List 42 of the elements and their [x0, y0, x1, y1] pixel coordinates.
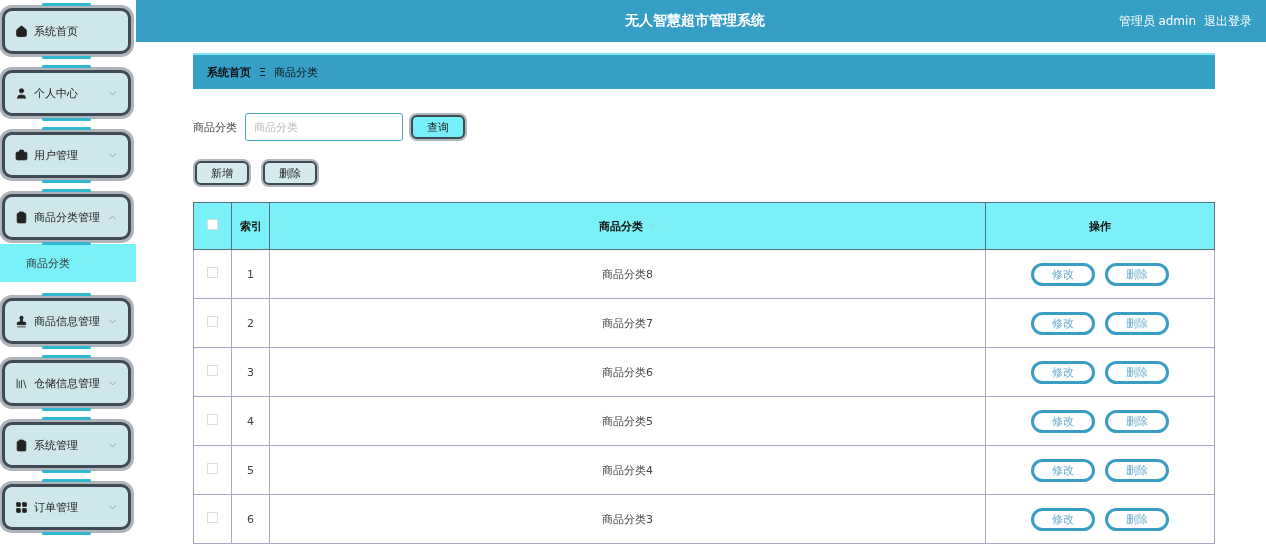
row-checkbox[interactable]	[207, 267, 218, 278]
row-checkbox[interactable]	[207, 512, 218, 523]
books-icon	[15, 376, 28, 390]
table-cell: 2	[231, 298, 270, 348]
sidebar-submenu-item[interactable]: 商品分类	[0, 244, 136, 282]
table-cell: 3	[231, 347, 270, 397]
column-header: 商品分类	[599, 219, 643, 233]
clipboard-icon	[15, 210, 28, 224]
table-cell: 4	[231, 396, 270, 446]
search-label: 商品分类	[193, 119, 237, 135]
select-all-checkbox[interactable]	[207, 219, 218, 230]
column-header: 索引	[239, 219, 262, 233]
table-cell: 商品分类8	[269, 249, 986, 299]
breadcrumb-home-link[interactable]: 系统首页	[207, 64, 251, 80]
table-cell: 商品分类5	[269, 396, 986, 446]
stamp-icon	[15, 314, 28, 328]
delete-button[interactable]: 删除	[263, 161, 317, 185]
query-button[interactable]: 查询	[411, 115, 465, 139]
row-checkbox[interactable]	[207, 414, 218, 425]
row-checkbox[interactable]	[207, 316, 218, 327]
user-icon	[15, 86, 28, 100]
briefcase-icon	[15, 148, 28, 162]
app-title: 无人智慧超市管理系统	[624, 12, 767, 30]
row-checkbox[interactable]	[207, 463, 218, 474]
table-cell: 商品分类4	[269, 445, 986, 495]
breadcrumb-current: 商品分类	[273, 64, 318, 80]
add-button[interactable]: 新增	[195, 161, 249, 185]
sort-icon[interactable]	[647, 222, 656, 231]
search-field[interactable]: 商品分类	[245, 113, 403, 141]
grid-icon	[15, 500, 28, 514]
table-cell: 商品分类7	[269, 298, 986, 348]
clipboard-list-icon	[15, 438, 28, 452]
row-checkbox[interactable]	[207, 365, 218, 376]
table-cell: 商品分类3	[269, 494, 986, 544]
home-icon	[15, 24, 28, 38]
table-cell: 1	[231, 249, 270, 299]
breadcrumb-separator: Ξ	[259, 65, 266, 79]
table-cell: 商品分类6	[269, 347, 986, 397]
user-label: 管理员 admin	[1118, 12, 1196, 30]
table-cell: 5	[231, 445, 270, 495]
table-cell: 6	[231, 494, 270, 544]
column-header: 操作	[1089, 219, 1111, 233]
